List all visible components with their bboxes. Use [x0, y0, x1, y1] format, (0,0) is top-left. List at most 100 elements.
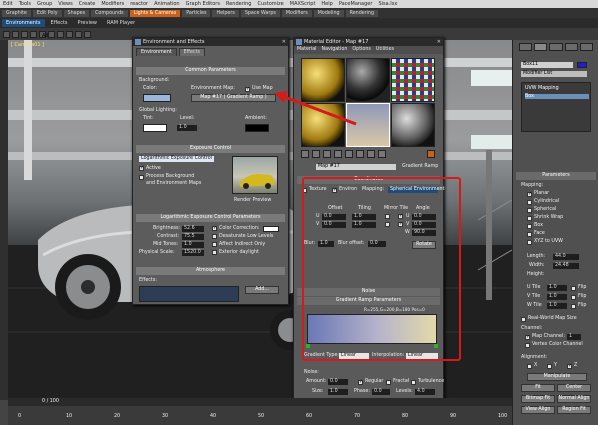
- tab-effects[interactable]: Effects: [47, 19, 72, 27]
- map-name-field[interactable]: Map #17: [316, 164, 396, 170]
- background-color-swatch[interactable]: [143, 94, 171, 102]
- ribbon-tab-particles[interactable]: Particles: [182, 9, 211, 17]
- material-slot-3[interactable]: [391, 58, 435, 102]
- menu-utilities[interactable]: Utilities: [376, 46, 394, 54]
- track-bar[interactable]: 0 10 20 30 40 50 60 70 80 90 100: [8, 406, 512, 425]
- menu-edit[interactable]: Edit: [0, 1, 16, 7]
- phase-spinner[interactable]: 0.0: [372, 389, 390, 395]
- parameters-rollout[interactable]: Parameters: [516, 172, 596, 180]
- spherical-radio[interactable]: [527, 208, 532, 213]
- real-world-checkbox[interactable]: [521, 317, 526, 322]
- modifier-list-dropdown[interactable]: Modifier List: [521, 71, 587, 77]
- unlink-icon[interactable]: [30, 30, 37, 38]
- tab-ram-player[interactable]: RAM Player: [103, 19, 139, 27]
- menu-options[interactable]: Options: [352, 46, 371, 54]
- material-slot-6[interactable]: [391, 103, 435, 147]
- exposure-type-dropdown[interactable]: Logarithmic Exposure Control: [139, 156, 214, 162]
- ribbon-tab-graphite[interactable]: Graphite: [2, 9, 31, 17]
- ribbon-tab-helpers[interactable]: Helpers: [212, 9, 239, 17]
- align-z-radio[interactable]: [567, 363, 572, 369]
- menu-material[interactable]: Material: [297, 46, 317, 54]
- undo-icon[interactable]: [3, 30, 10, 38]
- box-radio[interactable]: [527, 224, 532, 229]
- put-to-scene-icon[interactable]: [312, 150, 320, 158]
- map-channel-spinner[interactable]: 1: [567, 334, 581, 340]
- rotate-icon[interactable]: [75, 30, 82, 38]
- atmosphere-rollout[interactable]: Atmosphere: [136, 267, 285, 275]
- ambient-color-swatch[interactable]: [245, 124, 269, 132]
- shrink-wrap-radio[interactable]: [527, 216, 532, 221]
- midtones-spinner[interactable]: 1.0: [182, 242, 204, 248]
- flip-w-checkbox[interactable]: [571, 304, 576, 309]
- ribbon-tab-modeling[interactable]: Modeling: [313, 9, 344, 17]
- object-color-swatch[interactable]: [577, 62, 587, 68]
- selection-filter-dropdown[interactable]: All: [39, 30, 48, 39]
- scale-icon[interactable]: [84, 30, 91, 38]
- desaturate-checkbox[interactable]: [212, 234, 217, 239]
- show-map-icon[interactable]: [367, 150, 375, 158]
- brightness-spinner[interactable]: 52.6: [182, 226, 204, 232]
- ribbon-tab-shapes[interactable]: Shapes: [63, 9, 90, 17]
- manipulate-button[interactable]: Manipulate: [527, 373, 587, 381]
- menu-views[interactable]: Views: [55, 1, 75, 7]
- cylindrical-radio[interactable]: [527, 200, 532, 205]
- viewport-label[interactable]: [ Camera01 ]: [11, 42, 44, 48]
- reset-map-icon[interactable]: [334, 150, 342, 158]
- view-align-button[interactable]: View Align: [521, 406, 555, 414]
- exterior-daylight-checkbox[interactable]: [212, 250, 217, 255]
- ribbon-tab-space-warps[interactable]: Space Warps: [240, 9, 280, 17]
- ribbon-tab-edit-poly[interactable]: Edit Poly: [32, 9, 62, 17]
- display-tab-icon[interactable]: [579, 43, 594, 51]
- stack-item-box[interactable]: Box: [525, 94, 589, 99]
- use-map-checkbox[interactable]: [245, 86, 250, 92]
- vtile-spinner[interactable]: 1.0: [547, 294, 567, 300]
- redo-icon[interactable]: [12, 30, 19, 38]
- menu-help[interactable]: Help: [318, 1, 335, 7]
- environment-map-button[interactable]: Map #17 ( Gradient Ramp ): [191, 94, 276, 102]
- menu-graph-editors[interactable]: Graph Editors: [183, 1, 223, 7]
- render-preview-button[interactable]: Render Preview: [234, 198, 271, 203]
- menu-tools[interactable]: Tools: [16, 1, 34, 7]
- tab-environments[interactable]: Environments: [2, 19, 45, 27]
- physical-scale-spinner[interactable]: 1520.0: [182, 250, 204, 256]
- align-y-radio[interactable]: [547, 364, 552, 369]
- motion-tab-icon[interactable]: [564, 43, 578, 51]
- level-spinner[interactable]: 1.0: [177, 125, 197, 131]
- fractal-radio[interactable]: [386, 380, 391, 385]
- contrast-spinner[interactable]: 75.5: [182, 234, 204, 240]
- menu-pacemanager[interactable]: PaceManager: [336, 1, 376, 7]
- tab-preview[interactable]: Preview: [74, 19, 101, 27]
- close-icon[interactable]: ✕: [282, 38, 286, 46]
- face-radio[interactable]: [527, 232, 532, 237]
- vertex-color-radio[interactable]: [525, 343, 530, 348]
- copy-material-icon[interactable]: [345, 150, 353, 158]
- hierarchy-tab-icon[interactable]: [549, 43, 563, 51]
- ribbon-tab-modifiers[interactable]: Modifiers: [281, 9, 312, 17]
- assign-material-icon[interactable]: [323, 150, 331, 158]
- log-exposure-params-rollout[interactable]: Logarithmic Exposure Control Parameters: [136, 214, 285, 222]
- ribbon-tab-lights-cameras[interactable]: Lights & Cameras: [129, 9, 181, 17]
- planar-radio[interactable]: [527, 191, 532, 197]
- link-icon[interactable]: [21, 30, 28, 38]
- stack-item-uvw[interactable]: UVW Mapping: [525, 86, 559, 91]
- ribbon-tab-compounds[interactable]: Compounds: [91, 9, 128, 17]
- menu-modifiers[interactable]: Modifiers: [98, 1, 127, 7]
- regular-radio[interactable]: [358, 379, 363, 385]
- modify-tab-icon[interactable]: [534, 43, 548, 51]
- effects-list[interactable]: [139, 286, 239, 302]
- menu-customize[interactable]: Customize: [255, 1, 287, 7]
- unique-icon[interactable]: [356, 150, 364, 158]
- utile-spinner[interactable]: 1.0: [547, 285, 567, 291]
- select-region-icon[interactable]: [57, 30, 64, 38]
- active-checkbox[interactable]: [139, 165, 144, 171]
- width-spinner[interactable]: 24.48: [553, 263, 579, 269]
- object-name-field[interactable]: Box11: [521, 62, 573, 68]
- common-parameters-rollout[interactable]: Common Parameters: [136, 67, 285, 75]
- menu-maxscript[interactable]: MAXScript: [287, 1, 319, 7]
- process-bg-checkbox[interactable]: [139, 175, 144, 180]
- normal-align-button[interactable]: Normal Align: [557, 395, 591, 403]
- flip-v-checkbox[interactable]: [571, 295, 576, 300]
- fit-button[interactable]: Fit: [521, 384, 555, 392]
- menu-sisa-isx[interactable]: Sisa.Isx: [375, 1, 400, 7]
- color-correction-swatch[interactable]: [263, 226, 279, 232]
